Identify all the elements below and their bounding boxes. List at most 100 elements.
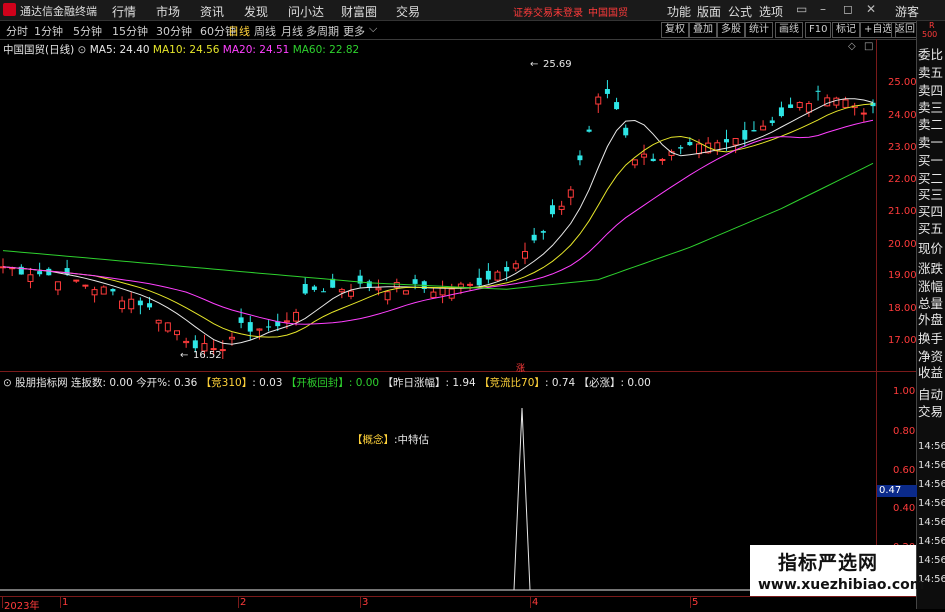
- menu-gongneng[interactable]: 功能: [667, 3, 691, 20]
- panel-item-1[interactable]: 卖五: [918, 66, 943, 80]
- candle-body: [147, 303, 153, 308]
- panel-item-6[interactable]: 买一: [918, 154, 943, 168]
- panel-item-18[interactable]: 收益: [918, 366, 943, 380]
- menu-shichang[interactable]: 市场: [156, 3, 180, 20]
- panel-item-11[interactable]: 现价: [918, 242, 943, 256]
- candle-body: [321, 291, 327, 293]
- period-15min[interactable]: 15分钟: [112, 23, 148, 39]
- panel-item-3[interactable]: 卖三: [918, 101, 943, 115]
- menu-jiaoyi[interactable]: 交易: [396, 3, 420, 20]
- panel-item-17[interactable]: 净资: [918, 350, 943, 364]
- period-weekly[interactable]: 周线: [254, 23, 276, 39]
- button-duogu[interactable]: 多股: [717, 22, 745, 38]
- window-icon[interactable]: ◻: [843, 2, 853, 16]
- menu-banmian[interactable]: 版面: [697, 3, 721, 20]
- menu-xuanxiang[interactable]: 选项: [759, 3, 783, 20]
- period-1min[interactable]: 1分钟: [34, 23, 63, 39]
- ma20-line: [2, 119, 874, 325]
- candle-body: [430, 291, 437, 298]
- panel-item-12[interactable]: 涨跌: [918, 262, 943, 276]
- panel-item-7[interactable]: 买二: [918, 172, 943, 186]
- button-fanhui[interactable]: 返回: [891, 22, 919, 38]
- candle-body: [778, 107, 784, 117]
- x-label-1: 1: [62, 597, 69, 608]
- price-tick-8: 17.00: [888, 335, 917, 346]
- candle-body: [119, 300, 126, 310]
- menu-gongshi[interactable]: 公式: [728, 3, 752, 20]
- panel-item-19[interactable]: 自动: [918, 388, 943, 402]
- more-dropdown-icon[interactable]: ⌵: [369, 22, 377, 36]
- minimize-icon[interactable]: –: [820, 2, 826, 16]
- button-fuquan[interactable]: 复权: [661, 22, 689, 38]
- title-bar: 通达信金融终端 行情 市场 资讯 发现 问小达 财富圈 交易 证券交易未登录 中…: [0, 0, 945, 21]
- candle-body: [412, 279, 418, 284]
- candle-body: [769, 120, 775, 123]
- panel-item-10[interactable]: 买五: [918, 222, 943, 236]
- title-stock-name: 中国国贸: [588, 8, 628, 19]
- price-tick-0: 25.00: [888, 77, 917, 88]
- panel-item-13[interactable]: 涨幅: [918, 280, 943, 294]
- candle-body: [604, 89, 610, 94]
- candle-body: [796, 102, 803, 108]
- panel-item-16[interactable]: 换手: [918, 332, 943, 346]
- restore-icon[interactable]: ▭: [796, 2, 807, 16]
- candle-body: [860, 112, 867, 115]
- button-diejia[interactable]: 叠加: [689, 22, 717, 38]
- user-guest[interactable]: 游客: [895, 3, 919, 20]
- candle-body: [678, 147, 684, 149]
- indicator-chart[interactable]: [0, 372, 876, 596]
- candle-body: [302, 284, 308, 294]
- candle-body: [549, 205, 555, 215]
- panel-item-9[interactable]: 买四: [918, 205, 943, 219]
- panel-item-0[interactable]: 委比: [918, 48, 943, 62]
- button-f10[interactable]: F10: [805, 22, 832, 38]
- candle-body: [567, 189, 574, 198]
- period-fenshi[interactable]: 分时: [6, 23, 28, 39]
- period-30min[interactable]: 30分钟: [156, 23, 192, 39]
- candlestick-chart[interactable]: [0, 40, 876, 370]
- axis-separator: [876, 39, 877, 595]
- candle-body: [311, 286, 317, 290]
- menu-faxian[interactable]: 发现: [244, 3, 268, 20]
- candle-body: [751, 130, 757, 132]
- watermark-url: www.xuezhibiao.com: [758, 577, 925, 593]
- panel-item-14[interactable]: 总量: [918, 297, 943, 311]
- panel-item-5[interactable]: 卖一: [918, 136, 943, 150]
- menu-wenxiaoda[interactable]: 问小达: [288, 3, 324, 20]
- panel-time-2: 14:56: [918, 479, 945, 490]
- candle-body: [742, 130, 748, 140]
- panel-item-4[interactable]: 卖二: [918, 118, 943, 132]
- period-daily[interactable]: 日线: [228, 23, 250, 39]
- close-icon[interactable]: ✕: [866, 2, 876, 16]
- price-tick-6: 19.00: [888, 270, 917, 281]
- x-tick-mark-4: [530, 597, 531, 608]
- panel-item-15[interactable]: 外盘: [918, 313, 943, 327]
- login-warning[interactable]: 证券交易未登录: [513, 4, 583, 19]
- low-price-label: 16.52: [193, 350, 222, 361]
- button-huaxian[interactable]: 画线: [775, 22, 803, 38]
- panel-item-8[interactable]: 买三: [918, 188, 943, 202]
- panel-item-2[interactable]: 卖四: [918, 84, 943, 98]
- candle-body: [494, 271, 501, 281]
- menu-caifuquan[interactable]: 财富圈: [341, 3, 377, 20]
- period-monthly[interactable]: 月线: [281, 23, 303, 39]
- button-tongji[interactable]: 统计: [745, 22, 773, 38]
- period-5min[interactable]: 5分钟: [73, 23, 102, 39]
- x-axis: [0, 596, 916, 610]
- candle-body: [623, 127, 629, 136]
- panel-item-20[interactable]: 交易: [918, 405, 943, 419]
- menu-hangqing[interactable]: 行情: [112, 3, 136, 20]
- period-more[interactable]: 更多: [343, 23, 365, 39]
- candle-body: [128, 298, 135, 310]
- price-tick-3: 22.00: [888, 174, 917, 185]
- candle-body: [833, 97, 840, 106]
- price-tick-4: 21.00: [888, 206, 917, 217]
- candle-body: [586, 129, 592, 132]
- period-multi[interactable]: 多周期: [306, 23, 339, 39]
- candle-body: [37, 271, 43, 275]
- menu-zixun[interactable]: 资讯: [200, 3, 224, 20]
- candle-body: [558, 205, 565, 210]
- candle-body: [348, 290, 354, 297]
- button-biaoji[interactable]: 标记: [832, 22, 860, 38]
- candle-body: [137, 300, 143, 306]
